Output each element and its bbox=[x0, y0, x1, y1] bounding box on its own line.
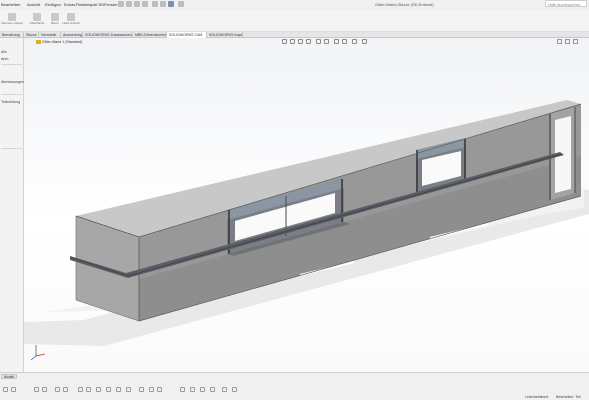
view-icon[interactable] bbox=[63, 387, 68, 392]
select-icon[interactable] bbox=[160, 1, 166, 7]
view-icon[interactable] bbox=[222, 387, 227, 392]
menu-window[interactable]: Fenster bbox=[104, 2, 118, 7]
feature-manager-panel: Alle Anm. Abmessungen Teilmeldung bbox=[0, 38, 24, 372]
axis-triad bbox=[30, 345, 46, 361]
menu-bar: Bearbeiten Ansicht Einfügen Extras Planb… bbox=[0, 0, 589, 10]
view-icon[interactable] bbox=[232, 387, 237, 392]
view-icon[interactable] bbox=[55, 387, 60, 392]
view-icon[interactable] bbox=[157, 387, 162, 392]
left-view-icon bbox=[67, 13, 75, 21]
menu-view[interactable]: Ansicht bbox=[27, 2, 40, 7]
tab-model[interactable]: Modell bbox=[1, 374, 17, 379]
options-icon[interactable] bbox=[178, 1, 184, 7]
menu-plan[interactable]: Planbeispiel SD bbox=[76, 2, 104, 7]
view-icon[interactable] bbox=[106, 387, 111, 392]
view-icon[interactable] bbox=[149, 387, 154, 392]
menu-edit[interactable]: Bearbeiten bbox=[1, 2, 20, 7]
view-icon[interactable] bbox=[96, 387, 101, 392]
save-icon[interactable] bbox=[168, 1, 174, 7]
view-icon[interactable] bbox=[180, 387, 185, 392]
open-icon[interactable] bbox=[126, 1, 132, 7]
command-toolbar: Volumen- körper Oberfläche Blech Linke A… bbox=[0, 10, 589, 32]
search-input[interactable]: Hilfe durchsuchen bbox=[545, 0, 587, 7]
window-title: Gitter-Wand-Skizze (SD-Entwurf) bbox=[375, 2, 434, 7]
view-icon[interactable] bbox=[116, 387, 121, 392]
view-icon[interactable] bbox=[126, 387, 131, 392]
panel-divider bbox=[1, 94, 22, 95]
panel-label: Teilmeldung bbox=[1, 100, 21, 104]
view-icon[interactable] bbox=[139, 387, 144, 392]
save-icon[interactable] bbox=[134, 1, 140, 7]
graphics-area[interactable]: Gitter-Wand 1 (Standard) bbox=[24, 38, 589, 372]
panel-label: Anm. bbox=[1, 57, 10, 61]
arrow-right-icon[interactable] bbox=[11, 387, 16, 392]
view-icon[interactable] bbox=[78, 387, 83, 392]
panel-label: Abmessungen bbox=[1, 80, 24, 84]
arrow-left-icon[interactable] bbox=[3, 387, 8, 392]
panel-label: Alle bbox=[1, 50, 7, 54]
solid-body-icon bbox=[8, 13, 16, 21]
status-bar: Modell Unterbestimmt Bearbeiten: Teil bbox=[0, 372, 589, 400]
undo-icon[interactable] bbox=[152, 1, 158, 7]
status-definition: Unterbestimmt bbox=[525, 395, 549, 399]
sheet-metal-icon bbox=[51, 13, 59, 21]
view-icon[interactable] bbox=[190, 387, 195, 392]
view-icon[interactable] bbox=[42, 387, 47, 392]
panel-divider bbox=[1, 148, 22, 149]
view-icon[interactable] bbox=[86, 387, 91, 392]
new-icon[interactable] bbox=[118, 1, 124, 7]
print-icon[interactable] bbox=[142, 1, 148, 7]
status-mode: Bearbeiten: Teil bbox=[556, 395, 581, 399]
menu-tools[interactable]: Extras bbox=[64, 2, 75, 7]
solid-body-button[interactable]: Volumen- körper bbox=[1, 13, 23, 30]
left-view-button[interactable]: Linke Ansicht bbox=[62, 13, 80, 30]
menu-insert[interactable]: Einfügen bbox=[45, 2, 61, 7]
view-icon[interactable] bbox=[34, 387, 39, 392]
view-icon[interactable] bbox=[200, 387, 205, 392]
surface-icon bbox=[33, 13, 41, 21]
wall-model[interactable] bbox=[24, 38, 589, 372]
view-icon[interactable] bbox=[210, 387, 215, 392]
panel-divider bbox=[1, 64, 22, 65]
